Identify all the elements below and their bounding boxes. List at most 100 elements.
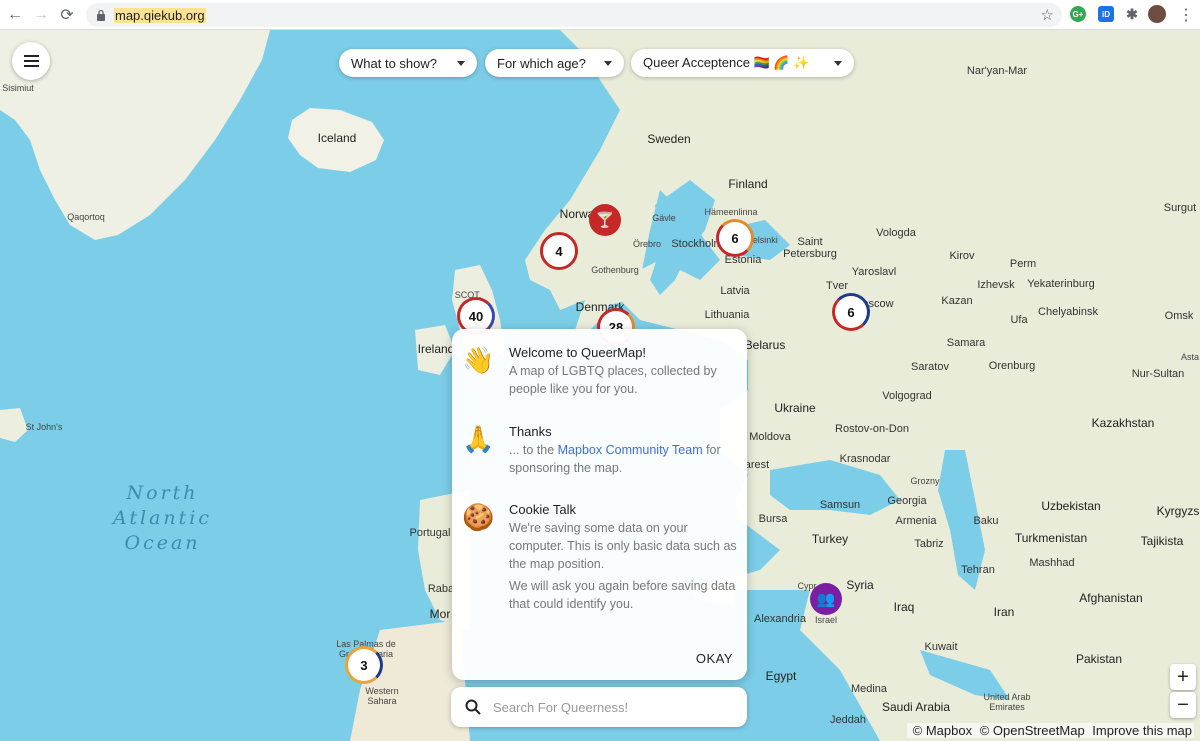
thanks-message: 🙏 Thanks ... to the Mapbox Community Tea… [462,424,742,477]
preset-dropdown[interactable]: Queer Acceptence 🏳️‍🌈 🌈 ✨ [631,49,854,77]
cluster-marker[interactable]: 6 [832,293,870,331]
praying-hands-icon: 🙏 [462,424,495,454]
community-icon[interactable]: 👥 [810,583,842,615]
place-label: Rostov-on-Don [835,423,909,435]
ok-button[interactable]: OKAY [696,651,733,666]
osm-link[interactable]: © OpenStreetMap [980,723,1085,738]
place-label: Gävle [652,213,676,223]
place-label: Kazan [941,295,973,307]
place-label: Yekaterinburg [1027,278,1095,290]
place-label: Lithuania [704,309,750,321]
search-icon[interactable] [465,699,481,715]
place-label: Hämeenlinna [704,207,758,217]
forward-button[interactable]: → [30,4,52,26]
place-label: Orenburg [988,360,1036,372]
dropdown-label: What to show? [351,55,437,71]
hamburger-menu-button[interactable] [12,42,50,80]
place-label: Chelyabinsk [1038,306,1098,318]
age-dropdown[interactable]: For which age? [485,49,624,77]
place-label: Asta [1180,352,1200,362]
caret-down-icon [604,60,612,66]
caret-down-icon [834,60,842,66]
place-label: Gothenburg [591,265,639,275]
place-label: Nur-Sultan [1131,368,1185,380]
place-label: Qaqortoq [67,212,105,222]
browser-toolbar: ← → ⟳ map.qiekub.org ☆ G+ iD ✱ ⋮ [0,0,1200,30]
place-label: Kyrgyzs [1156,504,1200,518]
place-label: Uzbekistan [1041,499,1101,513]
place-label: Saratov [911,361,949,373]
place-label: Bursa [758,513,788,525]
place-label: Belarus [744,338,786,352]
place-label: Saudi Arabia [881,700,951,714]
place-label: Nar'yan-Mar [966,65,1028,77]
place-label: Vologda [876,227,916,239]
address-bar[interactable]: map.qiekub.org ☆ [86,3,1062,27]
place-label: Mashhad [1029,557,1075,569]
place-label: Baku [973,515,999,527]
place-label: Ireland [417,342,455,356]
waving-hand-icon: 👋 [462,345,495,375]
place-label: arest [744,459,770,471]
place-label: Alexandria [754,613,806,625]
message-title: Cookie Talk [509,502,576,517]
improve-map-link[interactable]: Improve this map [1092,723,1192,738]
message-text: ... to the Mapbox Community Team for spo… [509,443,721,475]
url-text: map.qiekub.org [114,7,206,23]
place-label: Jeddah [829,714,867,726]
cluster-marker[interactable]: 3 [345,646,383,684]
search-input[interactable] [493,699,713,715]
place-label: Kazakhstan [1091,416,1155,430]
place-label: Kuwait [924,641,958,653]
extension-icon[interactable]: G+ [1070,6,1086,22]
mapbox-link[interactable]: © Mapbox [913,723,972,738]
map-attribution: © Mapbox © OpenStreetMap Improve this ma… [906,723,1194,738]
place-label: Finland [728,177,768,191]
place-label: Mor [429,607,451,621]
cocktail-icon[interactable]: 🍸 [589,204,621,236]
place-label: St John's [25,422,63,432]
place-label: Sisimiut [2,83,34,93]
place-label: Western Sahara [365,686,399,706]
message-text: We're saving some data on your computer.… [509,521,737,571]
place-label: Egypt [765,669,797,683]
browser-menu-icon[interactable]: ⋮ [1178,5,1194,25]
place-label: Perm [1009,258,1037,270]
place-label: Volgograd [882,390,932,402]
cluster-marker[interactable]: 6 [716,219,754,257]
place-label: Portugal [409,527,451,539]
lock-icon [97,9,105,21]
place-label: Armenia [895,515,937,527]
reload-button[interactable]: ⟳ [56,4,78,26]
message-text: A map of LGBTQ places, collected by peop… [509,364,717,396]
id-extension-icon[interactable]: iD [1098,6,1114,22]
zoom-in-button[interactable]: + [1170,664,1196,690]
mapbox-community-link[interactable]: Mapbox Community Team [558,443,703,457]
cluster-marker[interactable]: 4 [540,232,578,270]
place-label: Krasnodar [839,453,891,465]
place-label: Tabriz [914,538,944,550]
message-title: Thanks [509,424,552,439]
place-label: Samara [946,337,986,349]
place-label: Örebro [632,239,662,249]
place-label: Turkmenistan [1014,531,1088,545]
ocean-label: North Atlantic Ocean [113,482,213,554]
what-to-show-dropdown[interactable]: What to show? [339,49,477,77]
zoom-out-button[interactable]: − [1170,692,1196,718]
menu-icon [23,55,39,57]
place-label: Stockholm [671,238,723,250]
dropdown-label: For which age? [497,55,586,71]
welcome-message: 👋 Welcome to QueerMap! A map of LGBTQ pl… [462,345,742,398]
bookmark-star-icon[interactable]: ☆ [1041,6,1054,24]
puzzle-icon[interactable]: ✱ [1124,6,1140,22]
back-button[interactable]: ← [4,4,26,26]
cookie-message: 🍪 Cookie Talk We're saving some data on … [462,502,742,613]
welcome-dialog: 👋 Welcome to QueerMap! A map of LGBTQ pl… [452,329,747,680]
place-label: Iceland [317,131,357,145]
place-label: Sweden [647,132,691,146]
message-text: We will ask you again before saving data… [509,579,736,611]
avatar[interactable] [1148,5,1166,23]
search-bar [451,687,747,727]
place-label: Kirov [949,250,975,262]
place-label: Moldova [749,431,791,443]
